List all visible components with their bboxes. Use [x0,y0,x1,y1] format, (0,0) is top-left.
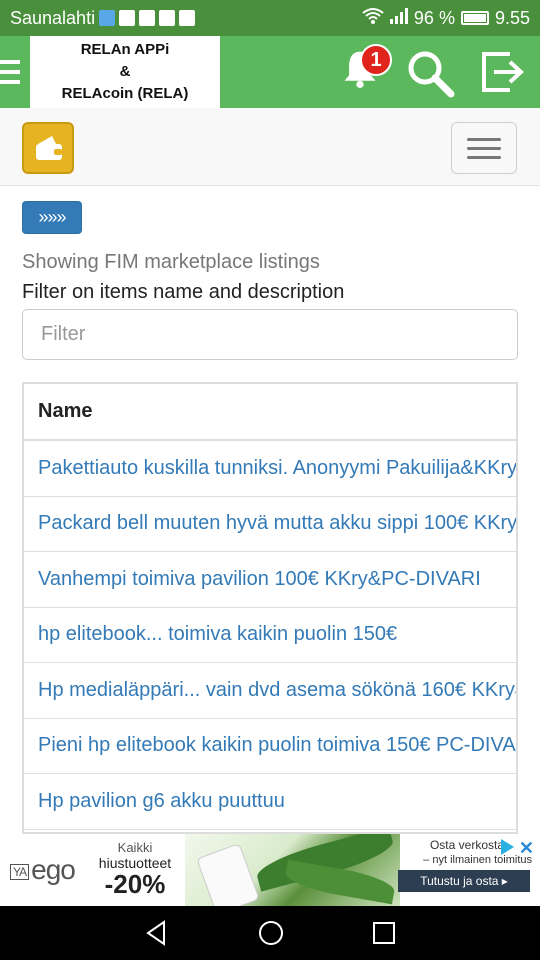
table-header-name: Name [24,384,518,441]
filter-label: Filter on items name and description [22,281,345,303]
menu-icon[interactable] [0,60,22,84]
close-ad-icon[interactable]: ✕ [519,838,534,859]
play-icon [159,10,176,26]
ad-line1: Kaikki [117,840,153,855]
filter-input[interactable] [22,309,518,360]
wallet-logo-icon[interactable] [22,122,74,174]
battery-icon [460,11,489,25]
ad-product-image [185,834,400,906]
system-nav-bar [0,906,540,960]
app-g-icon [119,10,136,26]
home-icon[interactable] [257,919,285,947]
notification-badge: 1 [360,44,392,76]
ad-cta-button[interactable]: Tutustu ja osta ▸ [398,870,530,892]
table-row[interactable]: Vanhempi toimiva pavilion 100€ KKry&PC-D… [24,552,518,608]
back-icon[interactable] [144,920,170,946]
status-bar: Saunalahti 96 % 9.55 [0,0,540,36]
ad-brand-logo: YA ego [10,854,76,886]
shield-icon [99,10,116,26]
table-row[interactable]: Hp medialäppäri... vain dvd asema sökönä… [24,663,518,719]
signal-icon [389,7,408,29]
app-title-line3: RELAcoin (RELA) [61,85,189,102]
expand-button[interactable]: »»» [22,201,82,234]
logout-icon [482,52,524,92]
search-button[interactable] [405,48,455,98]
table-row[interactable]: Hp pavilion g6 akku puuttuu [24,774,518,830]
notifications-button[interactable]: 1 [340,44,392,96]
table-row[interactable]: Pieni hp elitebook kaikin puolin toimiva… [24,719,518,774]
carrier-label: Saunalahti [10,7,96,28]
table-row[interactable]: Pakettiauto kuskilla tunniksi. Anonyymi … [24,441,518,497]
ad-right-line2: – nyt ilmainen toimitus [423,854,532,866]
adchoices-icon[interactable] [501,839,514,855]
app-bar: RELAn APPi & RELAcoin (RELA) 1 [0,36,540,108]
listing-subtitle: Showing FIM marketplace listings [22,251,320,273]
mail-icon [139,10,156,26]
clock: 9.55 [494,7,530,28]
ad-banner[interactable]: YA ego Kaikki hiustuotteet -20% Osta verk… [0,834,540,906]
app-title-line2: & [119,63,131,80]
wifi-icon [362,7,384,30]
table-row[interactable]: Packard bell muuten hyvä mutta akku sipp… [24,497,518,552]
logout-button[interactable] [480,50,526,94]
site-navbar [0,108,540,186]
ad-discount: -20% [104,869,166,899]
facebook-icon [179,10,196,26]
table-row[interactable]: hp elitebook... toimiva kaikin puolin 15… [24,608,518,663]
ad-right-line1: Osta verkosta [429,838,504,852]
app-title-line1: RELAn APPi [80,41,170,58]
battery-percent: 96 % [413,7,455,28]
recents-icon[interactable] [372,921,396,945]
app-title: RELAn APPi & RELAcoin (RELA) [30,36,220,108]
listings-table: Name Pakettiauto kuskilla tunniksi. Anon… [22,382,518,834]
search-icon [408,51,455,98]
navbar-toggle-button[interactable] [451,122,517,174]
